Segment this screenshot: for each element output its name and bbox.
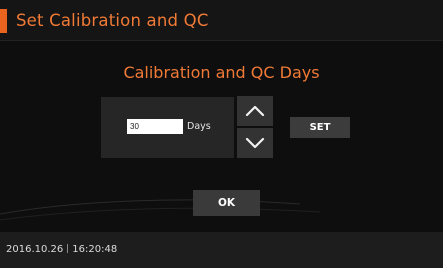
title-bar: Set Calibration and QC [0, 0, 443, 41]
status-time: 16:20:48 [72, 244, 118, 255]
set-button[interactable]: SET [290, 117, 350, 138]
ok-button[interactable]: OK [193, 190, 260, 216]
datetime-divider [67, 244, 69, 253]
days-unit-label: Days [187, 121, 211, 132]
datetime-display: 2016.10.26 16:20:48 [6, 243, 117, 257]
chevron-up-icon [245, 105, 265, 117]
section-heading: Calibration and QC Days [123, 63, 320, 82]
status-date: 2016.10.26 [6, 244, 64, 255]
status-bar: 2016.10.26 16:20:48 [0, 232, 443, 268]
calibration-qc-screen: Set Calibration and QC Calibration and Q… [0, 0, 443, 268]
chevron-down-icon [245, 137, 265, 149]
title-accent-bar [0, 9, 7, 33]
days-input[interactable] [127, 119, 183, 134]
page-title: Set Calibration and QC [16, 11, 209, 30]
decrement-button[interactable] [237, 128, 273, 158]
increment-button[interactable] [237, 96, 273, 126]
